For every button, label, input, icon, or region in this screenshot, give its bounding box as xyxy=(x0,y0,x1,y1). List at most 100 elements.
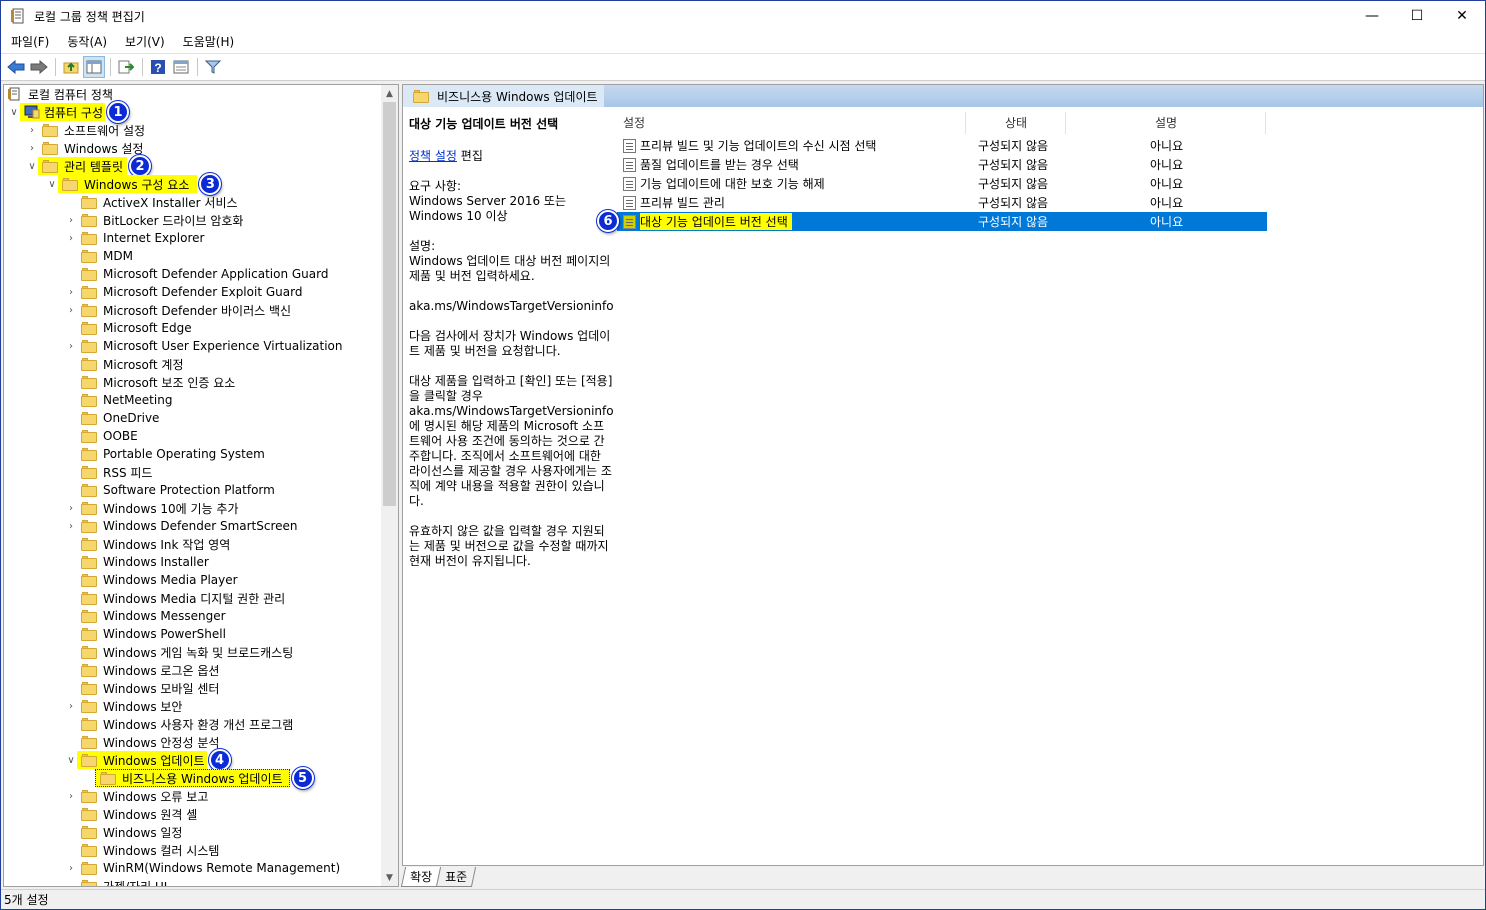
tree-item[interactable]: Microsoft Edge xyxy=(65,319,192,337)
tab-standard[interactable]: 표준 xyxy=(435,867,477,887)
tree-item[interactable]: Windows Media Player xyxy=(65,571,238,589)
policy-row[interactable]: 프리뷰 빌드 및 기능 업데이트의 수신 시점 선택 구성되지 않음 아니요 xyxy=(617,136,1267,155)
edit-policy-link[interactable]: 정책 설정 xyxy=(409,149,457,163)
tree-label: ActiveX Installer 서비스 xyxy=(103,195,238,210)
properties-button[interactable] xyxy=(170,56,192,78)
tree-item[interactable]: OneDrive xyxy=(65,409,159,427)
chevron-right-icon[interactable]: › xyxy=(65,341,77,352)
filter-button[interactable] xyxy=(202,56,224,78)
tree-item[interactable]: Windows 모바일 센터 xyxy=(65,679,219,697)
tree-item[interactable]: Microsoft 보조 인증 요소 xyxy=(65,373,235,391)
chevron-right-icon[interactable]: › xyxy=(65,503,77,514)
chevron-right-icon[interactable]: › xyxy=(65,287,77,298)
minimize-button[interactable]: — xyxy=(1349,1,1395,31)
tree-item[interactable]: › Windows 10에 기능 추가 xyxy=(65,499,238,517)
tree-item[interactable]: › Internet Explorer xyxy=(65,229,204,247)
tree-item[interactable]: › WinRM(Windows Remote Management) xyxy=(65,859,340,877)
tree-item-windows-components[interactable]: ∨ Windows 구성 요소 3 xyxy=(46,173,222,195)
column-header-state[interactable]: 상태 xyxy=(1005,111,1027,133)
close-button[interactable]: ✕ xyxy=(1439,1,1485,31)
chevron-right-icon[interactable]: › xyxy=(65,215,77,226)
tree-item-computer-config[interactable]: ∨ 컴퓨터 구성 1 xyxy=(8,101,130,123)
chevron-right-icon[interactable]: › xyxy=(65,791,77,802)
chevron-right-icon[interactable]: › xyxy=(65,305,77,316)
menu-help[interactable]: 도움말(H) xyxy=(173,31,243,53)
tree-item[interactable]: Windows 로그온 옵션 xyxy=(65,661,219,679)
tree-item-admin-templates[interactable]: ∨ 관리 템플릿 2 xyxy=(26,155,152,177)
tree-item[interactable]: ActiveX Installer 서비스 xyxy=(65,193,238,211)
up-folder-button[interactable] xyxy=(60,56,82,78)
tree-item[interactable]: › BitLocker 드라이브 암호화 xyxy=(65,211,243,229)
scroll-up-icon[interactable]: ▲ xyxy=(381,85,398,102)
tree-item[interactable]: Windows 사용자 환경 개선 프로그램 xyxy=(65,715,293,733)
folder-icon xyxy=(81,394,97,407)
show-hide-tree-button[interactable] xyxy=(83,56,105,78)
tree-item[interactable]: Windows Media 디지털 권한 관리 xyxy=(65,589,285,607)
tree-item[interactable]: MDM xyxy=(65,247,133,265)
menu-view[interactable]: 보기(V) xyxy=(115,31,173,53)
chevron-right-icon[interactable]: › xyxy=(65,233,77,244)
tree-item[interactable]: › Microsoft Defender Exploit Guard xyxy=(65,283,302,301)
tree-label: Windows Installer xyxy=(103,555,209,569)
column-divider[interactable] xyxy=(1065,112,1066,134)
menu-file[interactable]: 파일(F) xyxy=(1,31,57,53)
maximize-button[interactable]: ☐ xyxy=(1394,1,1440,31)
column-divider[interactable] xyxy=(965,112,966,134)
column-header-comment[interactable]: 설명 xyxy=(1155,111,1177,133)
policy-name: 기능 업데이트에 대한 보호 기능 해제 xyxy=(640,177,825,191)
policy-row[interactable]: 대상 기능 업데이트 버전 선택 구성되지 않음 아니요 xyxy=(617,212,1267,231)
policy-setting-icon xyxy=(623,157,636,172)
column-divider[interactable] xyxy=(1265,112,1266,134)
back-button[interactable] xyxy=(5,56,27,78)
scroll-down-icon[interactable]: ▼ xyxy=(381,869,398,886)
tree-item[interactable]: › Windows 보안 xyxy=(65,697,182,715)
tree-item[interactable]: Windows 게임 녹화 및 브로드캐스팅 xyxy=(65,643,293,661)
tree-item-wufb[interactable]: 비즈니스용 Windows 업데이트 5 xyxy=(95,767,314,789)
tree-item[interactable]: Windows 안정성 분석 xyxy=(65,733,219,751)
tree-item[interactable]: › Windows Defender SmartScreen xyxy=(65,517,298,535)
tree-item[interactable]: Portable Operating System xyxy=(65,445,265,463)
tree-item[interactable]: Windows Messenger xyxy=(65,607,226,625)
tree-item[interactable]: Software Protection Platform xyxy=(65,481,275,499)
tree-item-windows-update[interactable]: ∨ Windows 업데이트 4 xyxy=(65,749,231,771)
view-tabs: 확장 표준 xyxy=(400,867,477,889)
tree-label: Windows 업데이트 xyxy=(103,753,205,768)
tree-scrollbar[interactable]: ▲ ▼ xyxy=(381,85,398,886)
policy-row[interactable]: 품질 업데이트를 받는 경우 선택 구성되지 않음 아니요 xyxy=(617,155,1267,174)
tree-item-root[interactable]: 로컬 컴퓨터 정책 xyxy=(8,85,113,103)
tree-item-windows-settings[interactable]: › Windows 설정 xyxy=(26,139,143,157)
tree-item[interactable]: Windows Ink 작업 영역 xyxy=(65,535,230,553)
policy-name: 대상 기능 업데이트 버전 선택 xyxy=(640,213,792,230)
tree-item[interactable]: OOBE xyxy=(65,427,138,445)
tab-extended[interactable]: 확장 xyxy=(400,867,442,887)
policy-row[interactable]: 프리뷰 빌드 관리 구성되지 않음 아니요 xyxy=(617,193,1267,212)
column-header-setting[interactable]: 설정 xyxy=(623,111,645,133)
menu-action[interactable]: 동작(A) xyxy=(57,31,115,53)
tree-item[interactable]: Windows 일정 xyxy=(65,823,182,841)
policy-setting-icon xyxy=(623,195,636,210)
tree-item-software-settings[interactable]: › 소프트웨어 설정 xyxy=(26,121,145,139)
tree-item[interactable]: RSS 피드 xyxy=(65,463,152,481)
tree-item[interactable]: Windows Installer xyxy=(65,553,209,571)
tree-item[interactable]: 가젯/자리 UI xyxy=(65,877,167,886)
chevron-right-icon[interactable]: › xyxy=(65,521,77,532)
tree-item[interactable]: Microsoft 계정 xyxy=(65,355,184,373)
chevron-right-icon[interactable]: › xyxy=(65,701,77,712)
policy-setting-icon xyxy=(623,138,636,153)
tree-item[interactable]: › Microsoft User Experience Virtualizatio… xyxy=(65,337,343,355)
tree-item[interactable]: › Windows 오류 보고 xyxy=(65,787,208,805)
tree-item[interactable]: Windows 원격 셸 xyxy=(65,805,197,823)
properties-icon xyxy=(173,60,189,74)
folder-icon xyxy=(81,628,97,641)
chevron-right-icon[interactable]: › xyxy=(65,863,77,874)
export-list-button[interactable] xyxy=(115,56,137,78)
tree-item[interactable]: Windows PowerShell xyxy=(65,625,226,643)
scroll-thumb[interactable] xyxy=(383,102,396,506)
forward-button[interactable] xyxy=(28,56,50,78)
tree-item[interactable]: NetMeeting xyxy=(65,391,172,409)
policy-row[interactable]: 기능 업데이트에 대한 보호 기능 해제 구성되지 않음 아니요 xyxy=(617,174,1267,193)
help-button[interactable]: ? xyxy=(147,56,169,78)
tree-item[interactable]: › Microsoft Defender 바이러스 백신 xyxy=(65,301,291,319)
tree-item[interactable]: Microsoft Defender Application Guard xyxy=(65,265,328,283)
tree-item[interactable]: Windows 컬러 시스템 xyxy=(65,841,219,859)
